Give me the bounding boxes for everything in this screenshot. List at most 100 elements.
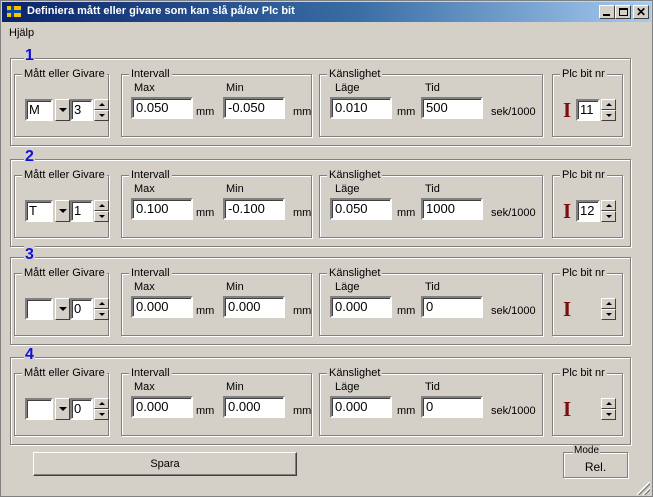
arrow-up-icon xyxy=(99,302,105,305)
plc-indicator-icon: I xyxy=(563,199,572,223)
min-unit-label: mm xyxy=(293,106,312,118)
spin-up-button[interactable] xyxy=(94,200,109,211)
spin-up-button[interactable] xyxy=(94,398,109,409)
spin-down-button[interactable] xyxy=(94,110,109,121)
dialog-window: Definiera mått eller givare som kan slå … xyxy=(0,0,653,497)
plc-bit-spinner[interactable] xyxy=(601,99,616,121)
close-button[interactable]: ✕ xyxy=(633,5,649,19)
index-field[interactable]: 3 xyxy=(70,99,93,121)
type-value[interactable] xyxy=(25,298,53,320)
min-field[interactable]: -0.050 xyxy=(223,97,285,119)
index-spinner[interactable] xyxy=(94,99,109,121)
type-dropdown-button[interactable] xyxy=(55,99,70,121)
max-unit-label: mm xyxy=(196,207,215,219)
title-bar[interactable]: Definiera mått eller givare som kan slå … xyxy=(2,2,651,22)
spin-down-button[interactable] xyxy=(601,110,616,121)
swedish-flag-icon xyxy=(7,6,21,17)
tid-field[interactable]: 0 xyxy=(421,296,483,318)
min-label: Min xyxy=(226,281,244,293)
index-spinner[interactable] xyxy=(94,298,109,320)
matt-eller-givare-group: Mått eller Givare T 1 xyxy=(14,168,109,238)
tid-label: Tid xyxy=(425,381,440,393)
lage-field[interactable]: 0.050 xyxy=(330,198,392,220)
max-field[interactable]: 0.000 xyxy=(131,396,193,418)
minimize-button[interactable] xyxy=(599,5,615,19)
type-dropdown-button[interactable] xyxy=(55,398,70,420)
min-label: Min xyxy=(226,183,244,195)
tid-field[interactable]: 0 xyxy=(421,396,483,418)
mode-value[interactable]: Rel. xyxy=(564,460,627,474)
spin-down-button[interactable] xyxy=(94,409,109,420)
plc-bit-spinner[interactable] xyxy=(601,298,616,320)
mode-title: Mode xyxy=(573,445,601,457)
max-unit-label: mm xyxy=(196,305,215,317)
spin-down-button[interactable] xyxy=(601,309,616,320)
plc-indicator-icon: I xyxy=(563,297,572,321)
type-dropdown[interactable] xyxy=(25,298,70,320)
tid-unit-label: sek/1000 xyxy=(491,106,536,118)
tid-unit-label: sek/1000 xyxy=(491,405,536,417)
plc-bit-spinner[interactable] xyxy=(601,398,616,420)
index-spinner[interactable] xyxy=(94,398,109,420)
index-field[interactable]: 0 xyxy=(70,298,93,320)
type-dropdown-button[interactable] xyxy=(55,298,70,320)
kanslighet-label: Känslighet xyxy=(327,366,383,380)
spin-up-button[interactable] xyxy=(601,200,616,211)
index-field[interactable]: 0 xyxy=(70,398,93,420)
lage-label: Läge xyxy=(335,281,360,293)
min-field[interactable]: -0.100 xyxy=(223,198,285,220)
save-button[interactable]: Spara xyxy=(33,452,297,476)
spin-down-button[interactable] xyxy=(601,409,616,420)
maximize-button[interactable] xyxy=(615,5,631,19)
type-value[interactable]: T xyxy=(25,200,53,222)
min-unit-label: mm xyxy=(293,405,312,417)
intervall-group: Intervall Max Min 0.000 mm 0.000 mm xyxy=(121,266,312,336)
matt-eller-givare-label: Mått eller Givare xyxy=(22,168,107,182)
spin-down-button[interactable] xyxy=(94,211,109,222)
index-field[interactable]: 1 xyxy=(70,200,93,222)
type-dropdown-button[interactable] xyxy=(55,200,70,222)
type-value[interactable] xyxy=(25,398,53,420)
arrow-down-icon xyxy=(606,114,612,117)
type-dropdown[interactable] xyxy=(25,398,70,420)
plc-bit-nr-label: Plc bit nr xyxy=(560,366,607,380)
row-number: 1 xyxy=(24,47,35,65)
spin-down-button[interactable] xyxy=(601,211,616,222)
plc-bit-field[interactable]: 11 xyxy=(576,99,600,121)
plc-bit-group: Plc bit nr I 12 xyxy=(552,168,623,238)
matt-eller-givare-label: Mått eller Givare xyxy=(22,266,107,280)
index-spinner[interactable] xyxy=(94,200,109,222)
spin-up-button[interactable] xyxy=(601,398,616,409)
spin-up-button[interactable] xyxy=(94,298,109,309)
spin-down-button[interactable] xyxy=(94,309,109,320)
resize-grip-icon[interactable] xyxy=(637,482,650,495)
plc-bit-nr-label: Plc bit nr xyxy=(560,168,607,182)
lage-field[interactable]: 0.010 xyxy=(330,97,392,119)
min-field[interactable]: 0.000 xyxy=(223,396,285,418)
spin-up-button[interactable] xyxy=(601,99,616,110)
tid-field[interactable]: 1000 xyxy=(421,198,483,220)
min-label: Min xyxy=(226,381,244,393)
intervall-group: Intervall Max Min 0.000 mm 0.000 mm xyxy=(121,366,312,436)
max-field[interactable]: 0.050 xyxy=(131,97,193,119)
lage-field[interactable]: 0.000 xyxy=(330,396,392,418)
max-field[interactable]: 0.000 xyxy=(131,296,193,318)
max-field[interactable]: 0.100 xyxy=(131,198,193,220)
arrow-up-icon xyxy=(606,402,612,405)
lage-label: Läge xyxy=(335,381,360,393)
kanslighet-label: Känslighet xyxy=(327,168,383,182)
spin-up-button[interactable] xyxy=(601,298,616,309)
type-dropdown[interactable]: M xyxy=(25,99,70,121)
type-dropdown[interactable]: T xyxy=(25,200,70,222)
plc-bit-group: Plc bit nr I xyxy=(552,366,623,436)
min-field[interactable]: 0.000 xyxy=(223,296,285,318)
type-value[interactable]: M xyxy=(25,99,53,121)
plc-bit-spinner[interactable] xyxy=(601,200,616,222)
plc-bit-field[interactable]: 12 xyxy=(576,200,600,222)
lage-field[interactable]: 0.000 xyxy=(330,296,392,318)
menu-item-hjalp[interactable]: Hjälp xyxy=(9,27,34,39)
matt-eller-givare-group: Mått eller Givare 0 xyxy=(14,266,109,336)
tid-field[interactable]: 500 xyxy=(421,97,483,119)
intervall-label: Intervall xyxy=(129,366,172,380)
spin-up-button[interactable] xyxy=(94,99,109,110)
